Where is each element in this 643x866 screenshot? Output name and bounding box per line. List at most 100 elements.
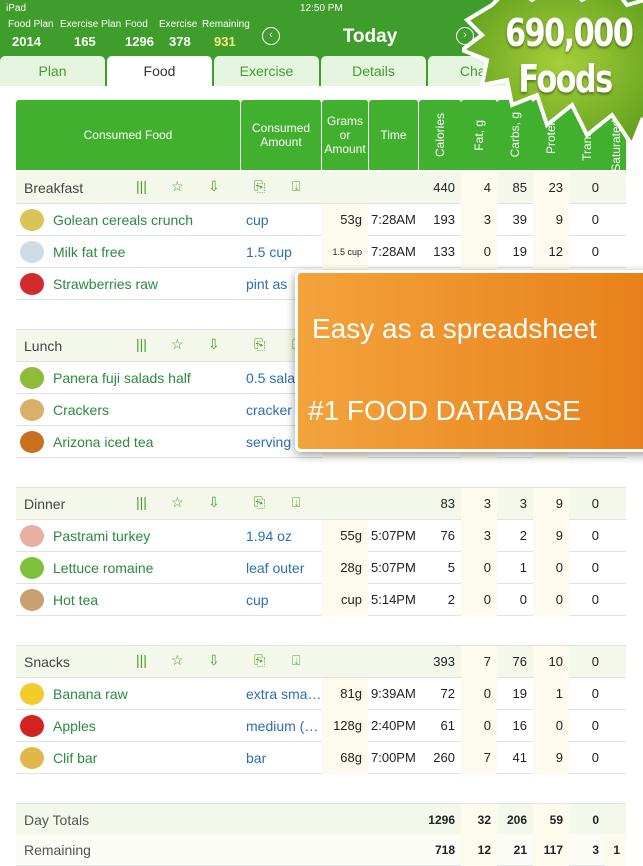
food-image-icon bbox=[20, 683, 44, 705]
food-name[interactable]: Milk fat free bbox=[53, 236, 239, 268]
star-icon[interactable]: ☆ bbox=[171, 336, 184, 353]
nutrient-value: 193 bbox=[433, 212, 455, 227]
consumed-amount[interactable]: leaf outer bbox=[246, 552, 321, 584]
food-row[interactable]: Lettuce romaine leaf outer 28g 5:07PM 5 0 1 0 0 bbox=[16, 552, 626, 584]
time[interactable]: 5:07PM bbox=[371, 552, 420, 584]
food-row[interactable]: Clif bar bar 68g 7:00PM 260 7 41 9 0 bbox=[16, 742, 626, 774]
tab-exercise[interactable]: Exercise bbox=[214, 56, 319, 86]
copy-icon[interactable]: ⎘ bbox=[254, 652, 265, 669]
stat-exercise: Exercise 378 bbox=[159, 19, 198, 49]
download-icon[interactable]: ⇩ bbox=[208, 494, 220, 511]
nutrient-value: 9 bbox=[533, 742, 569, 774]
promo-banner: Easy as a spreadsheet #1 FOOD DATABASE bbox=[295, 270, 643, 452]
barcode-icon[interactable]: ||| bbox=[136, 652, 147, 668]
food-image-icon bbox=[20, 241, 44, 263]
food-name[interactable]: Apples bbox=[53, 710, 239, 742]
food-row[interactable]: Apples medium (… 128g 2:40PM 61 0 16 0 0 bbox=[16, 710, 626, 742]
consumed-amount[interactable]: medium (… bbox=[246, 710, 321, 742]
time[interactable]: 9:39AM bbox=[371, 678, 420, 710]
food-name[interactable]: Strawberries raw bbox=[53, 268, 239, 300]
food-name[interactable]: Hot tea bbox=[53, 584, 239, 616]
food-image-icon bbox=[20, 399, 44, 421]
star-icon[interactable]: ☆ bbox=[171, 652, 184, 669]
food-name[interactable]: Golean cereals crunch bbox=[53, 204, 239, 236]
share-icon[interactable]: ⍗ bbox=[292, 494, 300, 511]
nutrient-value: 0 bbox=[591, 212, 599, 227]
food-name[interactable]: Clif bar bbox=[53, 742, 239, 774]
grams-amount: 68g bbox=[322, 742, 368, 774]
tab-plan[interactable]: Plan bbox=[0, 56, 105, 86]
barcode-icon[interactable]: ||| bbox=[136, 178, 147, 194]
star-icon[interactable]: ☆ bbox=[171, 178, 184, 195]
section-row-dinner[interactable]: Dinner ||| ☆ ⇩ ⎘ ⍗ 83 3 3 9 0 bbox=[16, 488, 626, 520]
barcode-icon[interactable]: ||| bbox=[136, 336, 147, 352]
food-name[interactable]: Panera fuji salads half bbox=[53, 362, 239, 394]
download-icon[interactable]: ⇩ bbox=[208, 178, 220, 195]
empty-add-row[interactable] bbox=[16, 458, 626, 488]
food-row[interactable]: Golean cereals crunch cup 53g 7:28AM 193 3 39 9… bbox=[16, 204, 626, 236]
stat-food-plan: Food Plan 2014 bbox=[8, 19, 54, 49]
barcode-icon[interactable]: ||| bbox=[136, 494, 147, 510]
consumed-amount[interactable]: 1.94 oz bbox=[246, 520, 321, 552]
food-name[interactable]: Arizona iced tea bbox=[53, 426, 239, 458]
clock: 12:50 PM bbox=[300, 3, 343, 14]
consumed-amount[interactable]: 1.5 cup bbox=[246, 236, 321, 268]
column-header-label: Consumed Food bbox=[83, 128, 173, 142]
section-row-snacks[interactable]: Snacks ||| ☆ ⇩ ⎘ ⍗ 393 7 76 10 0 bbox=[16, 646, 626, 678]
nutrient-value: 16 bbox=[512, 718, 527, 733]
consumed-amount[interactable]: cup bbox=[246, 204, 321, 236]
column-header[interactable]: Grams or Amount bbox=[322, 100, 369, 170]
nutrient-value: 0 bbox=[591, 718, 599, 733]
nutrient-value: 1 bbox=[605, 834, 626, 866]
time[interactable]: 2:40PM bbox=[371, 710, 420, 742]
nutrient-value: 0 bbox=[461, 678, 497, 710]
star-icon[interactable]: ☆ bbox=[171, 494, 184, 511]
nutrient-value: 23 bbox=[533, 172, 569, 204]
nutrient-value: 12 bbox=[461, 834, 497, 866]
share-icon[interactable]: ⍗ bbox=[292, 178, 300, 195]
remaining-row: Remaining 718 12 21 117 3 1 bbox=[16, 834, 626, 866]
food-row[interactable]: Hot tea cup cup 5:14PM 2 0 0 0 0 bbox=[16, 584, 626, 616]
food-name[interactable]: Crackers bbox=[53, 394, 239, 426]
empty-add-row[interactable] bbox=[16, 774, 626, 804]
food-row[interactable]: Banana raw extra sma… 81g 9:39AM 72 0 19 1 0 bbox=[16, 678, 626, 710]
column-header[interactable]: Consumed Food bbox=[16, 100, 241, 170]
food-name[interactable]: Lettuce romaine bbox=[53, 552, 239, 584]
nutrient-value: 1 bbox=[533, 678, 569, 710]
column-header-label: Consumed Amount bbox=[251, 121, 311, 149]
copy-icon[interactable]: ⎘ bbox=[254, 494, 265, 511]
time[interactable]: 7:28AM bbox=[371, 236, 420, 268]
download-icon[interactable]: ⇩ bbox=[208, 336, 220, 353]
nutrient-value: 19 bbox=[512, 244, 527, 259]
nutrient-value: 83 bbox=[440, 496, 455, 511]
food-image-icon bbox=[20, 431, 44, 453]
section-row-breakfast[interactable]: Breakfast ||| ☆ ⇩ ⎘ ⍗ 440 4 85 23 0 bbox=[16, 172, 626, 204]
time[interactable]: 7:00PM bbox=[371, 742, 420, 774]
nutrient-value: 72 bbox=[440, 686, 455, 701]
time[interactable]: 5:14PM bbox=[371, 584, 420, 616]
share-icon[interactable]: ⍗ bbox=[292, 652, 300, 669]
consumed-amount[interactable]: bar bbox=[246, 742, 321, 774]
food-row[interactable]: Pastrami turkey 1.94 oz 55g 5:07PM 76 3 2 9 0 bbox=[16, 520, 626, 552]
nutrient-value: 3 bbox=[461, 488, 497, 520]
food-name[interactable]: Banana raw bbox=[53, 678, 239, 710]
column-header[interactable]: Consumed Amount bbox=[241, 100, 322, 170]
empty-add-row[interactable] bbox=[16, 616, 626, 646]
time[interactable]: 5:07PM bbox=[371, 520, 420, 552]
consumed-amount[interactable]: cup bbox=[246, 584, 321, 616]
column-header[interactable]: Calories bbox=[419, 100, 462, 170]
consumed-amount[interactable]: extra sma… bbox=[246, 678, 321, 710]
nutrient-value: 0 bbox=[591, 180, 599, 195]
copy-icon[interactable]: ⎘ bbox=[254, 336, 265, 353]
tab-details[interactable]: Details bbox=[321, 56, 426, 86]
nutrient-value: 4 bbox=[461, 172, 497, 204]
time[interactable]: 7:28AM bbox=[371, 204, 420, 236]
column-header[interactable]: Time bbox=[369, 100, 419, 170]
previous-day-button[interactable]: ‹ bbox=[262, 27, 280, 45]
copy-icon[interactable]: ⎘ bbox=[254, 178, 265, 195]
nutrient-value: 0 bbox=[591, 592, 599, 607]
food-name[interactable]: Pastrami turkey bbox=[53, 520, 239, 552]
food-row[interactable]: Milk fat free 1.5 cup 1.5 cup 7:28AM 133 0 19 1… bbox=[16, 236, 626, 268]
download-icon[interactable]: ⇩ bbox=[208, 652, 220, 669]
nutrient-value: 3 bbox=[592, 843, 599, 857]
